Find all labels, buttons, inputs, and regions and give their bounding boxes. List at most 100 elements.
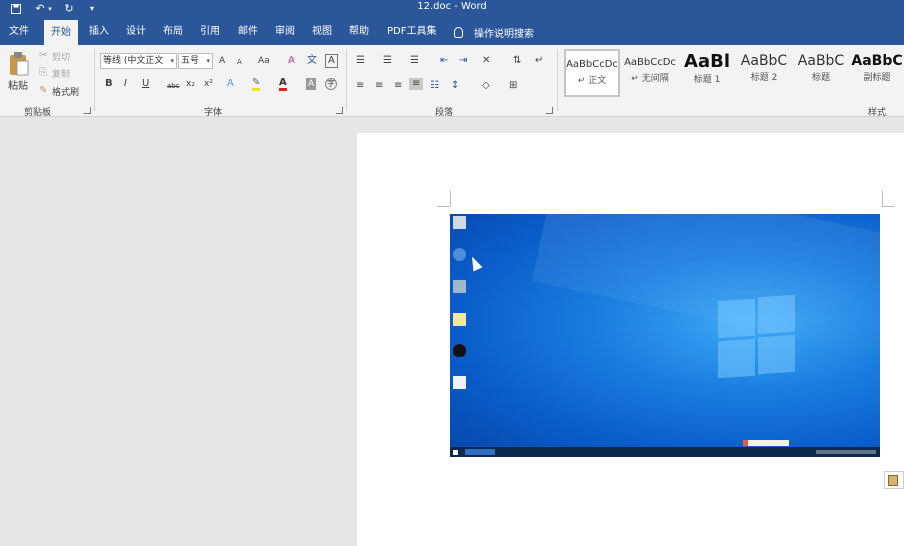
style-heading-2[interactable]: AaBbC 标题 2: [736, 49, 792, 97]
format-painter-icon: ✎: [39, 85, 48, 96]
font-color-icon[interactable]: A: [279, 78, 287, 91]
tab-file[interactable]: 文件: [9, 22, 29, 41]
network-icon: [453, 248, 466, 261]
clipboard-launcher-icon[interactable]: [84, 107, 91, 114]
tab-layout[interactable]: 布局: [163, 22, 183, 41]
margin-mark: [437, 206, 450, 207]
chinese-layout-icon[interactable]: ✕: [482, 55, 490, 67]
style-sample: AaBbC: [851, 53, 903, 69]
bold-button[interactable]: B: [105, 78, 113, 90]
margin-mark: [882, 191, 883, 206]
tab-help[interactable]: 帮助: [349, 22, 369, 41]
align-right-icon[interactable]: ≡: [394, 80, 402, 92]
tab-pdf-tools[interactable]: PDF工具集: [387, 22, 436, 41]
style-normal[interactable]: AaBbCcDc ↵ 正文: [564, 49, 620, 97]
paragraph-launcher-icon[interactable]: [546, 107, 553, 114]
ribbon-home: 粘贴 ✂ 剪切 ⎘ 复制 ✎ 格式刷 剪贴板 等线 (中文正文 ▾ 五号 ▾ A A…: [0, 45, 904, 118]
format-painter-button[interactable]: 格式刷: [52, 85, 79, 98]
enclose-character-icon[interactable]: 字: [325, 78, 337, 90]
margin-mark: [450, 191, 451, 206]
sort-icon[interactable]: ⇅: [513, 55, 521, 67]
style-name: 标题 2: [750, 73, 778, 83]
highlight-icon[interactable]: ✎: [252, 78, 261, 91]
paste-options-button[interactable]: [884, 471, 904, 489]
tab-home[interactable]: 开始: [44, 20, 78, 45]
cut-button[interactable]: 剪切: [52, 50, 70, 63]
style-sample: AaBl: [684, 51, 730, 72]
paste-button[interactable]: 粘贴: [8, 77, 28, 92]
underline-button[interactable]: U: [142, 78, 149, 90]
copy-button[interactable]: 复制: [52, 67, 70, 80]
document-canvas[interactable]: [0, 118, 904, 546]
borders-icon[interactable]: ⊞: [509, 80, 517, 92]
style-heading-1[interactable]: AaBl 标题 1: [679, 49, 735, 97]
justify-icon[interactable]: ≡: [409, 78, 424, 90]
qq-penguin-icon: [453, 344, 466, 357]
style-name: ↵ 无间隔: [631, 74, 669, 84]
character-shading-icon[interactable]: A: [306, 78, 317, 90]
increase-indent-icon[interactable]: ⇥: [459, 55, 467, 67]
phonetic-guide-icon[interactable]: 文: [307, 55, 317, 67]
inserted-desktop-image[interactable]: [450, 214, 880, 457]
windows-logo-icon: [718, 294, 796, 379]
word-window: ↶ ▾ ↻ ▾ 12.doc - Word 文件 开始 插入 设计 布局 引用 …: [0, 0, 904, 546]
tab-view[interactable]: 视图: [312, 22, 332, 41]
copy-icon: ⎘: [39, 67, 47, 78]
font-launcher-icon[interactable]: [336, 107, 343, 114]
align-center-icon[interactable]: ≡: [375, 80, 383, 92]
style-name: 标题 1: [693, 75, 721, 85]
margin-mark: [882, 206, 895, 207]
font-size-value: 五号: [181, 56, 200, 66]
style-sample: AaBbC: [797, 53, 845, 69]
shading-icon[interactable]: ◇: [482, 80, 490, 92]
style-title[interactable]: AaBbC 标题: [793, 49, 849, 97]
ime-toolbar: [743, 440, 789, 446]
style-name: 副标题: [863, 73, 891, 83]
line-spacing-icon[interactable]: ↕: [451, 80, 459, 92]
decrease-indent-icon[interactable]: ⇤: [440, 55, 448, 67]
tell-me-search[interactable]: 操作说明搜索: [454, 25, 534, 40]
styles-group-label: 样式: [868, 108, 887, 118]
grow-font-icon[interactable]: A: [219, 55, 225, 67]
light-beam: [531, 214, 880, 365]
style-sample: AaBbCcDc: [624, 57, 676, 68]
align-left-icon[interactable]: ≡: [356, 80, 364, 92]
font-name-combo[interactable]: 等线 (中文正文 ▾: [100, 53, 177, 69]
paste-icon[interactable]: [8, 51, 30, 77]
change-case-button[interactable]: Aa: [258, 55, 270, 67]
folder-icon: [453, 313, 466, 326]
multilevel-list-icon[interactable]: ☰: [410, 55, 419, 67]
styles-gallery: AaBbCcDc ↵ 正文 AaBbCcDc ↵ 无间隔 AaBl 标题 1 A…: [564, 49, 904, 99]
numbering-icon[interactable]: ☰: [383, 55, 392, 67]
clear-formatting-icon[interactable]: A̷: [288, 55, 295, 67]
font-size-combo[interactable]: 五号 ▾: [178, 53, 213, 69]
font-name-value: 等线 (中文正文: [103, 56, 164, 66]
tab-mailings[interactable]: 邮件: [238, 22, 258, 41]
system-tray: [816, 450, 876, 454]
shrink-font-icon[interactable]: A: [237, 56, 242, 68]
distributed-icon[interactable]: ☷: [430, 80, 439, 92]
subscript-button[interactable]: x₂: [186, 78, 195, 90]
taskbar: [450, 447, 880, 457]
window-title: 12.doc - Word: [417, 1, 487, 12]
tab-references[interactable]: 引用: [200, 22, 220, 41]
style-name: ↵ 正文: [577, 76, 607, 86]
font-group-label: 字体: [204, 108, 223, 118]
tab-design[interactable]: 设计: [126, 22, 146, 41]
style-name: 标题: [811, 73, 830, 83]
style-subtitle[interactable]: AaBbC 副标题: [850, 49, 904, 97]
strikethrough-button[interactable]: abc: [167, 80, 180, 92]
style-no-spacing[interactable]: AaBbCcDc ↵ 无间隔: [622, 49, 678, 97]
tell-me-label: 操作说明搜索: [474, 29, 534, 40]
superscript-button[interactable]: x²: [204, 78, 213, 90]
tab-review[interactable]: 审阅: [275, 22, 295, 41]
tab-insert[interactable]: 插入: [89, 22, 109, 41]
text-effects-icon[interactable]: A: [227, 78, 234, 90]
show-marks-icon[interactable]: ↵: [535, 55, 543, 67]
italic-button[interactable]: I: [124, 78, 127, 90]
group-divider: [346, 49, 347, 111]
cut-icon: ✂: [39, 50, 48, 61]
bullets-icon[interactable]: ☰: [356, 55, 365, 67]
document-page[interactable]: [357, 133, 904, 546]
character-border-icon[interactable]: A: [325, 54, 338, 68]
